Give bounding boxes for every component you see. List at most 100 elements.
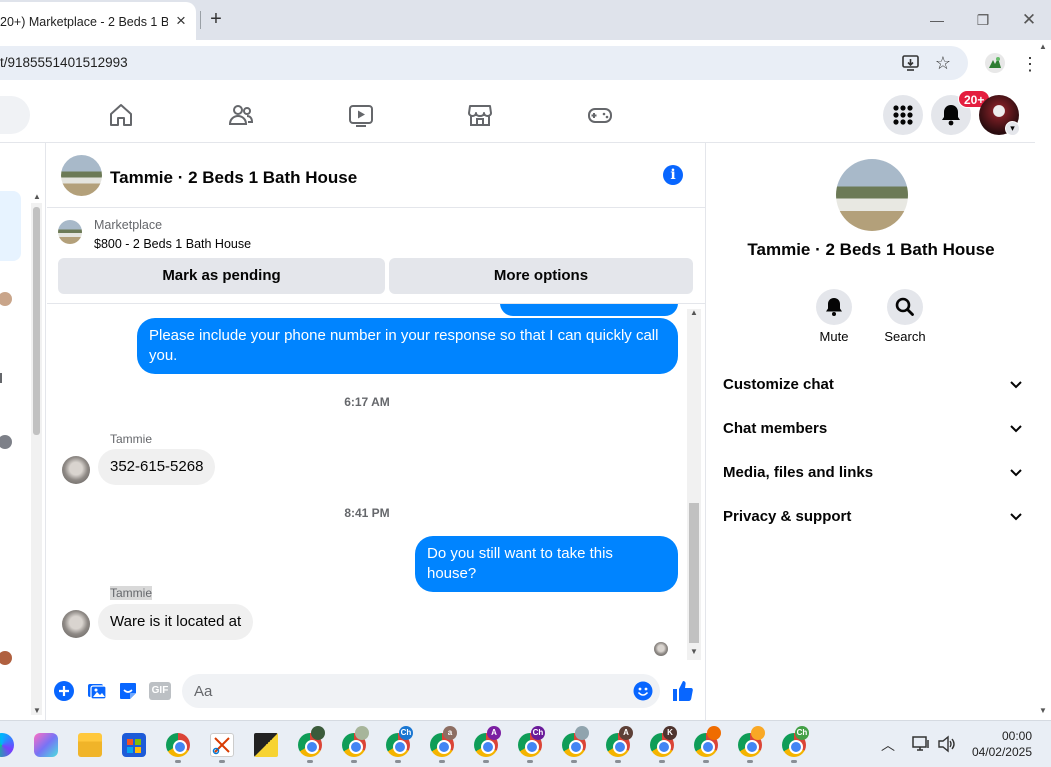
- message-bubble-outgoing-clipped: [500, 304, 678, 316]
- media-files-links-section[interactable]: Media, files and links: [723, 458, 1023, 488]
- sender-avatar[interactable]: [62, 610, 90, 638]
- chat-list-avatar[interactable]: [0, 435, 12, 449]
- emoji-icon[interactable]: [633, 681, 653, 701]
- running-indicator: [615, 760, 621, 763]
- plus-circle-icon[interactable]: [54, 681, 74, 701]
- chrome-profile-icon[interactable]: Ch: [782, 726, 809, 757]
- message-timestamp: 6:17 AM: [344, 395, 390, 409]
- scroll-down-icon[interactable]: ▼: [1039, 706, 1047, 715]
- chrome-profile-icon[interactable]: a: [430, 726, 457, 757]
- chrome-profile-icon[interactable]: [562, 726, 589, 757]
- chrome-profile-icon[interactable]: Ch: [386, 726, 413, 757]
- scroll-down-icon[interactable]: ▼: [690, 647, 698, 656]
- minimize-icon[interactable]: —: [927, 10, 947, 30]
- conversation-info-icon[interactable]: i: [663, 165, 683, 185]
- chrome-profile-icon[interactable]: Ch: [518, 726, 545, 757]
- details-avatar[interactable]: [836, 159, 908, 231]
- profile-badge: [751, 726, 765, 740]
- tab-close-icon[interactable]: ×: [172, 12, 190, 30]
- message-input[interactable]: Aa: [182, 674, 660, 708]
- sticker-icon[interactable]: [118, 681, 138, 701]
- scroll-up-icon[interactable]: ▲: [33, 192, 41, 201]
- bookmark-star-icon[interactable]: ☆: [932, 52, 954, 74]
- gif-icon[interactable]: GIF: [149, 682, 171, 700]
- chrome-profile-icon[interactable]: A: [606, 726, 633, 757]
- new-tab-icon[interactable]: +: [205, 8, 227, 30]
- conversation-avatar[interactable]: [61, 155, 102, 196]
- chevron-down-icon: [1009, 414, 1023, 455]
- profile-badge: Ch: [399, 726, 413, 740]
- chat-members-section[interactable]: Chat members: [723, 414, 1023, 444]
- snipping-tool-icon[interactable]: [210, 733, 234, 757]
- scroll-up-icon[interactable]: ▲: [1039, 42, 1047, 51]
- address-bar[interactable]: t/9185551401512993 ☆: [0, 46, 968, 80]
- chat-list-avatar[interactable]: [0, 651, 12, 665]
- volume-icon[interactable]: [937, 735, 957, 753]
- show-hidden-icons-chevron-icon[interactable]: ︿: [881, 735, 895, 755]
- attach-photo-icon[interactable]: [87, 681, 107, 701]
- chrome-profile-icon[interactable]: [694, 726, 721, 757]
- listing-category: Marketplace: [94, 218, 163, 232]
- watch-video-icon[interactable]: [348, 102, 374, 128]
- search-in-conversation-button[interactable]: [887, 289, 923, 325]
- restore-icon[interactable]: ❐: [973, 10, 993, 30]
- sticky-notes-icon[interactable]: [254, 733, 278, 757]
- chat-list-avatar[interactable]: [0, 292, 12, 306]
- chat-list-item-active[interactable]: [0, 191, 21, 261]
- scroll-up-icon[interactable]: ▲: [690, 308, 698, 317]
- network-icon[interactable]: [912, 735, 932, 753]
- chrome-profile-icon[interactable]: [342, 726, 369, 757]
- scroll-down-icon[interactable]: ▼: [33, 706, 41, 715]
- chat-list-scroll-thumb[interactable]: [33, 207, 40, 435]
- store-app-icon[interactable]: [122, 733, 146, 757]
- conversation-title[interactable]: Tammie · 2 Beds 1 Bath House: [110, 168, 357, 188]
- profile-avatar-icon[interactable]: [985, 53, 1005, 73]
- account-chevron-icon[interactable]: ▾: [1005, 121, 1020, 136]
- listing-title[interactable]: $800 - 2 Beds 1 Bath House: [94, 237, 251, 251]
- browser-toolbar: t/9185551401512993 ☆ ⋮: [0, 40, 1051, 86]
- message-thread: Please include your phone number in your…: [47, 304, 705, 660]
- chrome-profile-icon[interactable]: [738, 726, 765, 757]
- mute-button[interactable]: [816, 289, 852, 325]
- profile-badge: a: [443, 726, 457, 740]
- tab-separator: [200, 11, 201, 29]
- clock-time[interactable]: 00:00: [990, 729, 1032, 743]
- windows-taskbar: Ch a A Ch A K Ch ︿: [0, 720, 1051, 767]
- chrome-profile-icon[interactable]: A: [474, 726, 501, 757]
- copilot-app-icon[interactable]: [34, 733, 58, 757]
- tab-title: 20+) Marketplace - 2 Beds 1 B: [0, 15, 168, 29]
- clock-date[interactable]: 04/02/2025: [970, 745, 1032, 759]
- home-icon[interactable]: [108, 102, 134, 128]
- page-scrollbar[interactable]: ▲ ▼: [1035, 40, 1051, 720]
- section-label: Privacy & support: [723, 508, 852, 525]
- friends-icon[interactable]: [228, 102, 254, 128]
- file-explorer-icon[interactable]: [78, 733, 102, 757]
- message-sender-name: Tammie: [110, 432, 153, 446]
- running-indicator: [747, 760, 753, 763]
- running-indicator: [439, 760, 445, 763]
- message-scroll-thumb[interactable]: [689, 503, 699, 643]
- message-timestamp: 8:41 PM: [344, 506, 390, 520]
- mark-as-pending-button[interactable]: Mark as pending: [58, 258, 385, 294]
- chrome-app-icon[interactable]: [166, 733, 190, 757]
- close-window-icon[interactable]: ✕: [1019, 10, 1039, 30]
- message-bubble-incoming: 352-615-5268: [98, 449, 216, 485]
- running-indicator: [571, 760, 577, 763]
- facebook-search-box[interactable]: [0, 96, 30, 134]
- chrome-profile-icon[interactable]: [298, 726, 325, 757]
- more-options-button[interactable]: More options: [389, 258, 693, 294]
- customize-chat-section[interactable]: Customize chat: [723, 370, 1023, 400]
- sender-avatar[interactable]: [62, 456, 90, 484]
- chrome-profile-icon[interactable]: K: [650, 726, 677, 757]
- section-label: Media, files and links: [723, 464, 874, 481]
- install-app-icon[interactable]: [901, 53, 921, 73]
- listing-thumbnail[interactable]: [58, 220, 82, 244]
- edge-app-icon[interactable]: [0, 733, 14, 757]
- browser-tab-active[interactable]: 20+) Marketplace - 2 Beds 1 B ×: [0, 2, 196, 40]
- thumbs-up-icon[interactable]: [671, 679, 695, 703]
- privacy-support-section[interactable]: Privacy & support: [723, 502, 1023, 532]
- marketplace-icon[interactable]: [467, 102, 493, 128]
- gaming-icon[interactable]: [587, 102, 613, 128]
- menu-grid-button[interactable]: [883, 95, 923, 135]
- grid-icon: [893, 105, 913, 125]
